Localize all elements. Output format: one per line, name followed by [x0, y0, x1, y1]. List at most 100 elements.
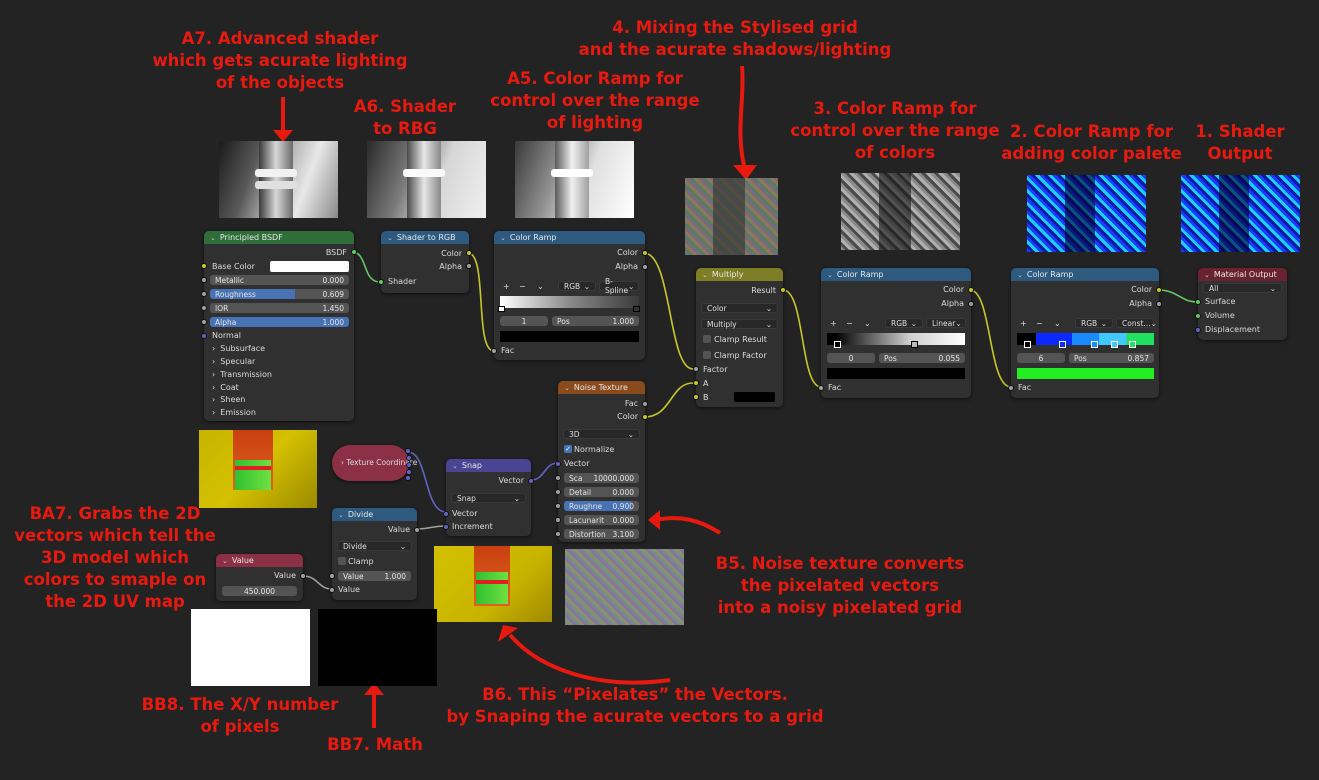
- stop-index-field[interactable]: 6: [1017, 353, 1065, 363]
- remove-stop-icon[interactable]: −: [1036, 319, 1043, 328]
- node-header[interactable]: ⌄ Color Ramp: [1011, 268, 1159, 281]
- blend-mode-dropdown[interactable]: Multiply ⌄: [701, 319, 778, 329]
- socket-fac-in[interactable]: [1008, 385, 1014, 391]
- target-dropdown[interactable]: All ⌄: [1203, 283, 1282, 293]
- node-color-ramp-palette[interactable]: ⌄ Color Ramp Color Alpha + − ⌄ RGB ⌄ Const…: [1008, 268, 1162, 398]
- clamp-result-checkbox[interactable]: [703, 335, 711, 343]
- socket-color-out[interactable]: [1156, 287, 1162, 293]
- socket-volume-in[interactable]: [1195, 313, 1201, 319]
- stop-color-swatch[interactable]: [500, 331, 639, 342]
- scale-field[interactable]: Sca 10000.000: [564, 473, 639, 483]
- input-b-swatch[interactable]: [734, 392, 775, 402]
- node-header[interactable]: ⌄ Shader to RGB: [381, 231, 469, 244]
- socket-factor-in[interactable]: [693, 366, 699, 372]
- detail-field[interactable]: Detail 0.000: [564, 487, 639, 497]
- socket-color-out[interactable]: [642, 414, 648, 420]
- value-field[interactable]: 450.000: [222, 586, 297, 596]
- socket-alpha-out[interactable]: [1156, 301, 1162, 307]
- gradient-stop-marker[interactable]: [633, 306, 640, 312]
- chevron-down-icon[interactable]: ⌄: [222, 557, 228, 565]
- panel-specular[interactable]: › Specular: [212, 357, 255, 366]
- stop-index-field[interactable]: 1: [500, 316, 548, 326]
- clamp-factor-checkbox[interactable]: [703, 351, 711, 359]
- node-header[interactable]: ⌄ Color Ramp: [494, 231, 645, 244]
- stop-index-field[interactable]: 0: [827, 353, 875, 363]
- stop-color-swatch[interactable]: [1017, 368, 1154, 379]
- base-color-swatch[interactable]: [270, 261, 349, 272]
- interpolation-dropdown[interactable]: B-Spline ⌄: [599, 277, 639, 295]
- socket-vector-out[interactable]: [528, 478, 534, 484]
- data-type-dropdown[interactable]: Color ⌄: [701, 303, 778, 313]
- operation-dropdown[interactable]: Snap ⌄: [451, 493, 526, 503]
- panel-emission[interactable]: › Emission: [212, 408, 256, 417]
- clamp-checkbox[interactable]: [338, 557, 346, 565]
- color-mode-dropdown[interactable]: RGB ⌄: [558, 281, 596, 291]
- socket-lacunarity-in[interactable]: [555, 517, 561, 523]
- node-value[interactable]: ⌄ Value Value 450.000: [216, 554, 306, 601]
- socket-value-b-in[interactable]: [329, 587, 335, 593]
- add-stop-icon[interactable]: +: [1020, 319, 1027, 328]
- node-principled-bsdf[interactable]: ⌄ Principled BSDF BSDF Base Color Metalli…: [201, 231, 357, 421]
- socket-value-out[interactable]: [300, 573, 306, 579]
- gradient-stop-marker[interactable]: [911, 341, 918, 348]
- value-a-field[interactable]: Value 1.000: [338, 571, 411, 581]
- socket-color-out[interactable]: [466, 250, 472, 256]
- stop-position-field[interactable]: Pos 1.000: [552, 316, 639, 326]
- socket-result-out[interactable]: [780, 287, 786, 293]
- ior-field[interactable]: IOR 1.450: [210, 303, 349, 313]
- socket-generated-out[interactable]: [405, 448, 411, 454]
- roughness-field[interactable]: Roughne 0.900: [564, 501, 639, 511]
- interpolation-dropdown[interactable]: Const... ⌄: [1116, 318, 1157, 328]
- chevron-down-icon[interactable]: ⌄: [864, 319, 871, 328]
- gradient-stop-marker[interactable]: [1059, 341, 1066, 348]
- chevron-down-icon[interactable]: ⌄: [1017, 271, 1023, 279]
- node-header[interactable]: ⌄ Divide: [332, 508, 417, 521]
- add-stop-icon[interactable]: +: [830, 319, 837, 328]
- socket-alpha[interactable]: [201, 319, 207, 325]
- distortion-field[interactable]: Distortion 3.100: [564, 529, 639, 539]
- chevron-down-icon[interactable]: ⌄: [827, 271, 833, 279]
- stop-color-swatch[interactable]: [827, 368, 965, 379]
- chevron-down-icon[interactable]: ⌄: [1204, 271, 1210, 279]
- chevron-down-icon[interactable]: ⌄: [702, 271, 708, 279]
- socket-vector-in[interactable]: [443, 511, 449, 517]
- panel-transmission[interactable]: › Transmission: [212, 370, 272, 379]
- node-color-ramp-lighting[interactable]: ⌄ Color Ramp Color Alpha + − ⌄ RGB ⌄ B-Spl…: [491, 231, 648, 360]
- gradient-bar[interactable]: [827, 333, 965, 345]
- gradient-stop-marker[interactable]: [1024, 341, 1031, 348]
- color-mode-dropdown[interactable]: RGB ⌄: [885, 318, 923, 328]
- chevron-down-icon[interactable]: ⌄: [537, 282, 544, 291]
- socket-uv-out[interactable]: [406, 462, 412, 468]
- stop-position-field[interactable]: Pos 0.857: [1069, 353, 1154, 363]
- node-noise-texture[interactable]: ⌄ Noise Texture Fac Color 3D ⌄ ✓ Normalize…: [555, 381, 648, 542]
- socket-value-out[interactable]: [414, 527, 420, 533]
- socket-increment-in[interactable]: [443, 524, 449, 530]
- socket-surface-in[interactable]: [1195, 299, 1201, 305]
- socket-ior[interactable]: [201, 305, 207, 311]
- add-stop-icon[interactable]: +: [503, 282, 510, 291]
- panel-sheen[interactable]: › Sheen: [212, 395, 245, 404]
- socket-vector-in[interactable]: [555, 461, 561, 467]
- socket-fac-in[interactable]: [818, 385, 824, 391]
- socket-base-color[interactable]: [201, 263, 207, 269]
- gradient-stop-marker[interactable]: [1129, 341, 1136, 348]
- socket-detail-in[interactable]: [555, 489, 561, 495]
- dimensions-dropdown[interactable]: 3D ⌄: [563, 429, 640, 439]
- socket-value-a-in[interactable]: [329, 573, 335, 579]
- socket-metallic[interactable]: [201, 277, 207, 283]
- socket-scale-in[interactable]: [555, 475, 561, 481]
- socket-fac-out[interactable]: [642, 401, 648, 407]
- chevron-down-icon[interactable]: ⌄: [1054, 319, 1061, 328]
- chevron-down-icon[interactable]: ⌄: [387, 234, 393, 242]
- node-math-divide[interactable]: ⌄ Divide Value Divide ⌄ Clamp Value 1.000 V…: [329, 508, 420, 600]
- node-header[interactable]: ⌄ Value: [216, 554, 303, 567]
- node-shader-to-rgb[interactable]: ⌄ Shader to RGB Color Alpha Shader: [378, 231, 472, 293]
- socket-a-in[interactable]: [693, 380, 699, 386]
- color-mode-dropdown[interactable]: RGB ⌄: [1075, 318, 1113, 328]
- operation-dropdown[interactable]: Divide ⌄: [337, 541, 412, 551]
- normalize-checkbox[interactable]: ✓: [564, 445, 572, 453]
- socket-shader-in[interactable]: [378, 279, 384, 285]
- gradient-stop-marker[interactable]: [1091, 341, 1098, 348]
- node-header[interactable]: ⌄ Color Ramp: [821, 268, 971, 281]
- metallic-field[interactable]: Metallic 0.000: [210, 275, 349, 285]
